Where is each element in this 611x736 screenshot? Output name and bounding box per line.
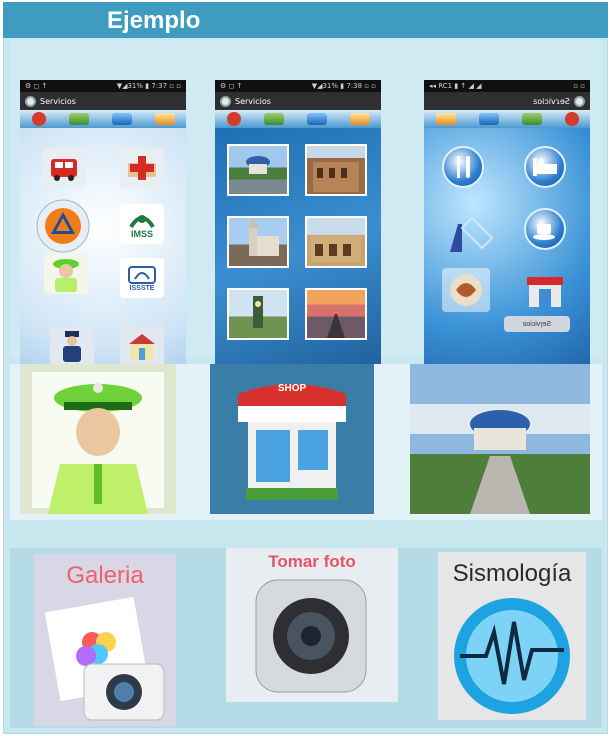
food-icon[interactable] — [442, 268, 490, 312]
imss-icon[interactable]: IMSS — [120, 204, 164, 244]
phone-services-emergency: ⚙ ◻ ↑ ▼◢31% ▮ 7:37 ▫ ▫ Servicios IMSS IS… — [20, 80, 186, 378]
tab-menu-icon[interactable] — [349, 113, 370, 125]
red-cross-icon[interactable] — [120, 148, 164, 188]
tab-places-icon[interactable] — [68, 113, 89, 125]
highlight-images-section: SHOP — [10, 364, 602, 520]
status-bar: ⚙ ◻ ↑ ▼◢31% ▮ 7:38 ▫ ▫ — [215, 80, 381, 92]
title-bar: Ejemplo — [3, 2, 608, 38]
imss-label: IMSS — [130, 229, 153, 239]
tourism-grid: soiɔivɿɘƧ — [424, 128, 590, 378]
tab-tv-icon[interactable] — [478, 113, 499, 125]
take-photo-app[interactable]: Tomar foto — [226, 548, 398, 702]
status-right: ▼◢31% ▮ 7:38 ▫ ▫ — [311, 82, 376, 90]
colonial-building-photo[interactable] — [305, 144, 367, 196]
footer-services-label: soiɔivɿɘƧ — [504, 316, 570, 332]
bar-icon[interactable] — [442, 204, 502, 260]
phone-services-places: ⚙ ◻ ↑ ▼◢31% ▮ 7:38 ▫ ▫ Servicios — [215, 80, 381, 378]
seismograph-icon — [454, 598, 570, 714]
hospital-icon[interactable] — [120, 326, 164, 366]
police-officer-illustration[interactable] — [20, 364, 176, 514]
app-logo-icon — [220, 95, 231, 107]
tab-menu-icon[interactable] — [435, 113, 456, 125]
arcade-building-photo[interactable] — [305, 216, 367, 268]
shop-storefront-illustration[interactable]: SHOP — [210, 364, 374, 514]
status-left: ⚙ ◻ ↑ — [25, 82, 48, 90]
app-bar: soiɔivɿɘƧ — [424, 92, 590, 110]
tab-bar — [215, 110, 381, 128]
tab-tv-icon[interactable] — [111, 113, 132, 125]
tab-tv-icon[interactable] — [306, 113, 327, 125]
seismology-app[interactable]: Sismología — [438, 552, 586, 720]
issste-label: ISSSTE — [129, 284, 155, 292]
civil-protection-icon[interactable] — [34, 198, 92, 254]
gallery-camera-icon — [44, 596, 165, 721]
app-bar: Servicios — [215, 92, 381, 110]
tab-emergency-icon[interactable] — [31, 112, 46, 126]
app-logo-icon — [574, 95, 585, 107]
camera-icon — [255, 579, 367, 693]
tab-emergency-icon[interactable] — [564, 112, 579, 126]
gazebo-park-photo[interactable] — [410, 364, 590, 514]
guard-icon[interactable] — [50, 326, 94, 366]
take-photo-label: Tomar foto — [268, 552, 356, 571]
coffee-icon[interactable] — [524, 208, 566, 250]
status-right: ▫ ▫ — [573, 82, 585, 90]
apps-section: Galeria Tomar foto Sismología — [10, 548, 602, 728]
status-bar: ◂◂ RC1 ▮ ↑ ◢ ◢ ▫ ▫ — [424, 80, 590, 92]
status-left: ⚙ ◻ ↑ — [220, 82, 243, 90]
issste-icon[interactable]: ISSSTE — [120, 258, 164, 298]
clock-tower-photo[interactable] — [227, 288, 289, 340]
tab-places-icon[interactable] — [263, 113, 284, 125]
tab-places-icon[interactable] — [521, 113, 542, 125]
restaurant-icon[interactable] — [442, 146, 484, 188]
seismology-label: Sismología — [452, 560, 572, 587]
sunset-road-photo[interactable] — [305, 288, 367, 340]
tab-bar — [424, 110, 590, 128]
status-right: ▼◢31% ▮ 7:37 ▫ ▫ — [116, 82, 181, 90]
status-left: ◂◂ RC1 ▮ ↑ ◢ ◢ — [429, 82, 482, 90]
tab-emergency-icon[interactable] — [226, 112, 241, 126]
gallery-app[interactable]: Galeria — [34, 554, 176, 726]
gallery-label: Galeria — [66, 562, 144, 589]
shop-icon[interactable] — [522, 268, 568, 310]
phone-services-tourism: ◂◂ RC1 ▮ ↑ ◢ ◢ ▫ ▫ soiɔivɿɘƧ soiɔivɿɘƧ — [424, 80, 590, 378]
app-logo-icon — [25, 95, 36, 107]
tab-bar — [20, 110, 186, 128]
police-officer-icon[interactable] — [44, 254, 88, 294]
app-title: Servicios — [235, 96, 271, 106]
hotel-icon[interactable] — [524, 146, 566, 188]
fire-truck-icon[interactable] — [42, 148, 86, 188]
status-bar: ⚙ ◻ ↑ ▼◢31% ▮ 7:37 ▫ ▫ — [20, 80, 186, 92]
emergency-grid: IMSS ISSSTE — [20, 128, 186, 378]
gazebo-photo[interactable] — [227, 144, 289, 196]
church-photo[interactable] — [227, 216, 289, 268]
svg-text:SHOP: SHOP — [278, 383, 307, 394]
app-title: Servicios — [40, 96, 76, 106]
places-grid — [215, 128, 381, 378]
page-title: Ejemplo — [107, 7, 201, 34]
app-title: soiɔivɿɘƧ — [533, 96, 570, 106]
tab-menu-icon[interactable] — [154, 113, 175, 125]
phones-section: ⚙ ◻ ↑ ▼◢31% ▮ 7:37 ▫ ▫ Servicios IMSS IS… — [10, 40, 602, 378]
app-bar: Servicios — [20, 92, 186, 110]
